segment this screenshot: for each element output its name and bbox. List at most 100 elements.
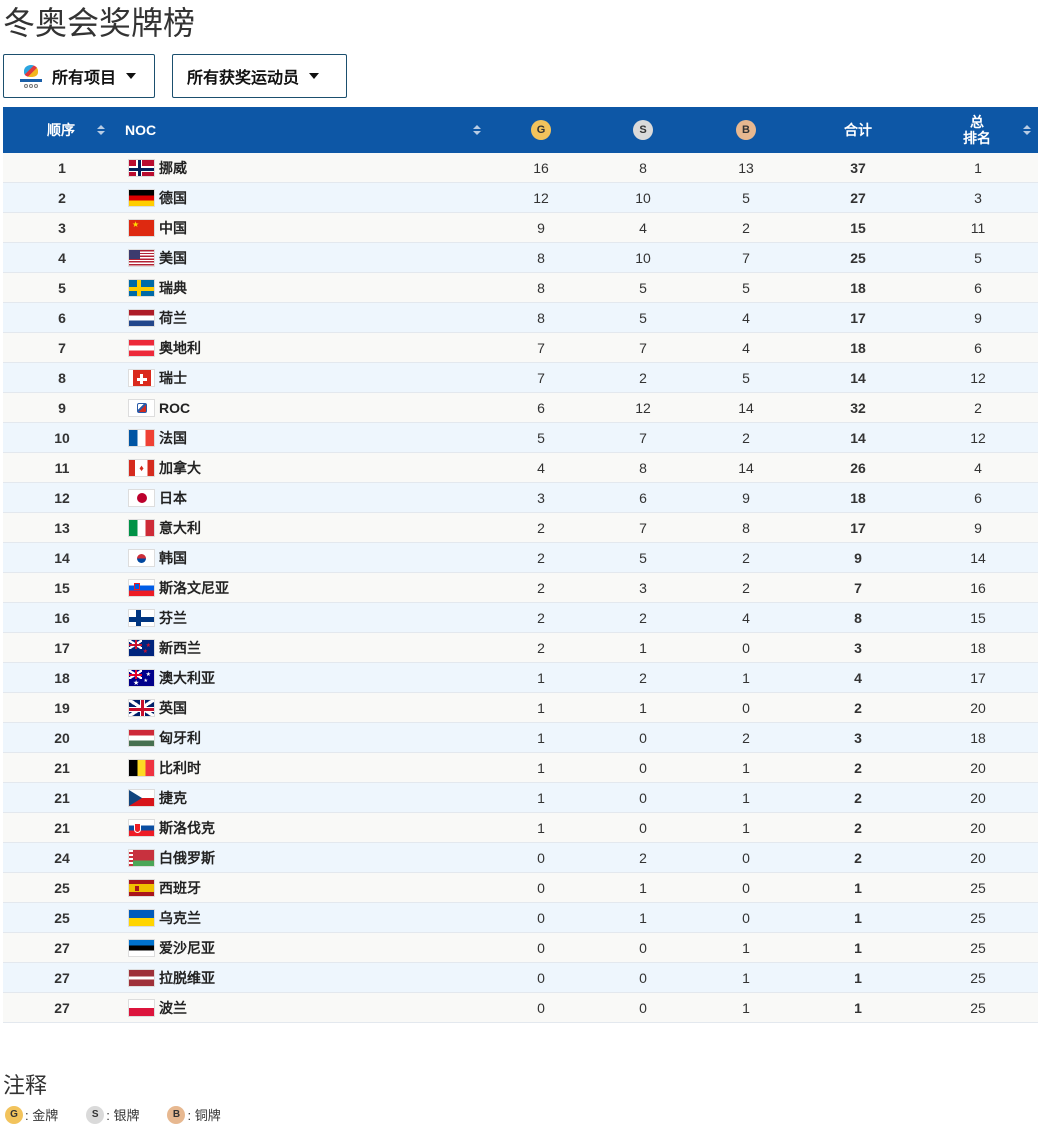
table-row[interactable]: 1 挪威 16 8 13 37 1 — [3, 153, 1038, 183]
table-row[interactable]: 14 韩国 2 5 2 9 14 — [3, 543, 1038, 573]
noc-cell[interactable]: 匈牙利 — [128, 723, 201, 753]
silver-count-cell: 5 — [639, 550, 647, 566]
czech-flag-icon — [128, 789, 155, 807]
table-row[interactable]: 15 斯洛文尼亚 2 3 2 7 16 — [3, 573, 1038, 603]
table-row[interactable]: 27 拉脱维亚 0 0 1 1 25 — [3, 963, 1038, 993]
table-row[interactable]: 12 日本 3 6 9 18 6 — [3, 483, 1038, 513]
table-row[interactable]: 18 ★ ★ ★ 澳大利亚 1 2 1 4 17 — [3, 663, 1038, 693]
country-name: 意大利 — [159, 520, 201, 536]
gold-count-cell: 0 — [537, 940, 545, 956]
gold-count-cell: 8 — [537, 280, 545, 296]
noc-cell[interactable]: 乌克兰 — [128, 903, 201, 933]
page-title: 冬奥会奖牌榜 — [3, 5, 196, 41]
bronze-count-cell: 0 — [742, 850, 750, 866]
total-rank-cell: 6 — [974, 490, 982, 506]
noc-cell[interactable]: 捷克 — [128, 783, 187, 813]
noc-cell[interactable]: 法国 — [128, 423, 187, 453]
noc-cell[interactable]: ♦ 加拿大 — [128, 453, 201, 483]
noc-cell[interactable]: 西班牙 — [128, 873, 201, 903]
table-row[interactable]: 5 瑞典 8 5 5 18 6 — [3, 273, 1038, 303]
noc-cell[interactable]: 日本 — [128, 483, 187, 513]
silver-count-cell: 8 — [639, 460, 647, 476]
table-row[interactable]: 10 法国 5 7 2 14 12 — [3, 423, 1038, 453]
table-row[interactable]: 21 比利时 1 0 1 2 20 — [3, 753, 1038, 783]
sort-icon[interactable] — [473, 125, 481, 135]
gold-count-cell: 2 — [537, 580, 545, 596]
country-name: 荷兰 — [159, 310, 187, 326]
table-row[interactable]: 25 乌克兰 0 1 0 1 25 — [3, 903, 1038, 933]
bronze-count-cell: 5 — [742, 370, 750, 386]
total-rank-cell: 20 — [970, 820, 986, 836]
table-row[interactable]: 8 瑞士 7 2 5 14 12 — [3, 363, 1038, 393]
total-column-header[interactable]: 合计 — [844, 107, 872, 153]
rank-cell: 2 — [58, 190, 66, 206]
table-row[interactable]: 7 奥地利 7 7 4 18 6 — [3, 333, 1038, 363]
table-row[interactable]: 24 白俄罗斯 0 2 0 2 20 — [3, 843, 1038, 873]
rank-cell: 17 — [54, 640, 70, 656]
table-row[interactable]: 6 荷兰 8 5 4 17 9 — [3, 303, 1038, 333]
noc-cell[interactable]: ★ ★ ★ 澳大利亚 — [128, 663, 215, 693]
noc-cell[interactable]: 瑞士 — [128, 363, 187, 393]
table-row[interactable]: 21 斯洛伐克 1 0 1 2 20 — [3, 813, 1038, 843]
noc-cell[interactable]: 白俄罗斯 — [128, 843, 215, 873]
table-row[interactable]: 21 捷克 1 0 1 2 20 — [3, 783, 1038, 813]
noc-cell[interactable]: 韩国 — [128, 543, 187, 573]
table-row[interactable]: 27 波兰 0 0 1 1 25 — [3, 993, 1038, 1023]
country-name: 美国 — [159, 250, 187, 266]
table-row[interactable]: 27 爱沙尼亚 0 0 1 1 25 — [3, 933, 1038, 963]
total-rank-column-header[interactable]: 总 排名 — [963, 107, 991, 153]
country-name: 芬兰 — [159, 610, 187, 626]
noc-cell[interactable]: 挪威 — [128, 153, 187, 183]
rank-cell: 27 — [54, 1000, 70, 1016]
total-count-cell: 9 — [854, 550, 862, 566]
table-row[interactable]: 13 意大利 2 7 8 17 9 — [3, 513, 1038, 543]
noc-cell[interactable]: 英国 — [128, 693, 187, 723]
bronze-column-header[interactable]: B — [736, 107, 756, 153]
rank-cell: 25 — [54, 880, 70, 896]
rank-column-header[interactable]: 顺序 — [47, 107, 105, 153]
noc-cell[interactable]: 瑞典 — [128, 273, 187, 303]
noc-cell[interactable]: 荷兰 — [128, 303, 187, 333]
table-row[interactable]: 2 德国 12 10 5 27 3 — [3, 183, 1038, 213]
noc-cell[interactable]: 德国 — [128, 183, 187, 213]
noc-cell[interactable]: 芬兰 — [128, 603, 187, 633]
sort-icon[interactable] — [97, 125, 105, 135]
legend-silver-label: : 银牌 — [106, 1108, 140, 1123]
total-rank-sort[interactable] — [1017, 107, 1031, 153]
athletes-filter-dropdown[interactable]: 所有获奖运动员 — [172, 54, 347, 98]
table-row[interactable]: 11 ♦ 加拿大 4 8 14 26 4 — [3, 453, 1038, 483]
noc-cell[interactable]: ★ 中国 — [128, 213, 187, 243]
gold-count-cell: 1 — [537, 820, 545, 836]
table-row[interactable]: 17 ★ ★ 新西兰 2 1 0 3 18 — [3, 633, 1038, 663]
noc-cell[interactable]: 斯洛伐克 — [128, 813, 215, 843]
table-row[interactable]: 4 美国 8 10 7 25 5 — [3, 243, 1038, 273]
medal-table: 顺序 NOC G S B 合计 总 排名 1 挪威 16 8 13 37 1 2… — [3, 107, 1038, 1023]
events-filter-dropdown[interactable]: 所有项目 — [3, 54, 155, 98]
gold-column-header[interactable]: G — [531, 107, 551, 153]
table-row[interactable]: 19 英国 1 1 0 2 20 — [3, 693, 1038, 723]
noc-cell[interactable]: 爱沙尼亚 — [128, 933, 215, 963]
noc-cell[interactable]: 斯洛文尼亚 — [128, 573, 229, 603]
table-row[interactable]: 16 芬兰 2 2 4 8 15 — [3, 603, 1038, 633]
table-row[interactable]: 25 西班牙 0 1 0 1 25 — [3, 873, 1038, 903]
noc-cell[interactable]: 意大利 — [128, 513, 201, 543]
noc-cell[interactable]: 拉脱维亚 — [128, 963, 215, 993]
noc-cell[interactable]: ★ ★ 新西兰 — [128, 633, 201, 663]
table-row[interactable]: 9 ROC 6 12 14 32 2 — [3, 393, 1038, 423]
noc-cell[interactable]: 波兰 — [128, 993, 187, 1023]
total-rank-cell: 6 — [974, 340, 982, 356]
rank-cell: 11 — [54, 460, 70, 476]
switzerland-flag-icon — [128, 369, 155, 387]
noc-cell[interactable]: 比利时 — [128, 753, 201, 783]
noc-cell[interactable]: ROC — [128, 393, 190, 423]
table-row[interactable]: 3 ★ 中国 9 4 2 15 11 — [3, 213, 1038, 243]
silver-count-cell: 0 — [639, 970, 647, 986]
noc-cell[interactable]: 奥地利 — [128, 333, 201, 363]
noc-cell[interactable]: 美国 — [128, 243, 187, 273]
table-row[interactable]: 20 匈牙利 1 0 2 3 18 — [3, 723, 1038, 753]
silver-column-header[interactable]: S — [633, 107, 653, 153]
sort-icon[interactable] — [1023, 125, 1031, 135]
beijing-2022-logo-icon — [18, 62, 44, 90]
noc-column-header[interactable]: NOC — [125, 107, 481, 153]
total-rank-cell: 9 — [974, 310, 982, 326]
